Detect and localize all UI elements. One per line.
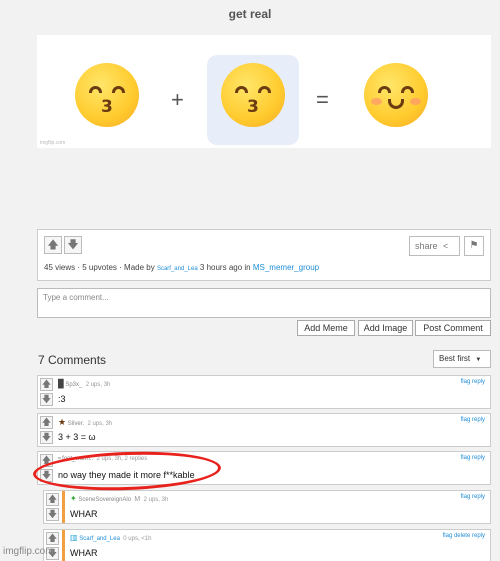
kissing-face-icon: 3 <box>75 63 139 127</box>
comment-actions[interactable]: flag reply <box>461 455 485 461</box>
post-stats: 45 views · 5 upvotes · Made by Scarf_and… <box>44 263 320 272</box>
sort-label: Best first <box>439 354 471 363</box>
comment-actions[interactable]: flag reply <box>461 494 485 500</box>
plus-sign: + <box>171 87 184 112</box>
comment-upvote-button[interactable]: 🡅 <box>40 378 53 391</box>
comment-stats: 0 ups, <1h <box>123 536 152 542</box>
add-meme-button[interactable]: Add Meme <box>297 320 355 336</box>
reply-indicator <box>62 530 65 561</box>
comment-downvote-button[interactable]: 🡇 <box>40 469 53 482</box>
share-button[interactable]: share < <box>409 236 460 256</box>
comment-actions[interactable]: flag reply <box>461 379 485 385</box>
comment-upvote-button[interactable]: 🡅 <box>46 532 59 545</box>
site-watermark: imgflip.com <box>3 546 54 557</box>
views-count: 45 views <box>44 263 76 272</box>
chevron-down-icon: ▼ <box>475 357 482 363</box>
avatar-icon: ▫ <box>58 455 61 462</box>
sort-select[interactable]: Best first ▼ <box>433 350 491 368</box>
comment-meta: █ Sp3x_ 2 ups, 3h <box>58 379 110 388</box>
comment-stats: 2 ups, 3h, 2 replies <box>96 456 148 462</box>
avatar-icon: ✦ <box>70 494 77 503</box>
comment-downvote-button[interactable]: 🡇 <box>46 508 59 521</box>
flag-icon[interactable]: ⚑ <box>464 236 484 256</box>
comment-text: no way they made it more f**kable <box>58 470 195 480</box>
smiling-cat-face-icon <box>364 63 428 127</box>
equals-sign: = <box>316 87 329 112</box>
upvote-button[interactable]: 🡅 <box>44 236 62 254</box>
post-time: 3 hours ago in <box>199 263 251 272</box>
post-title: get real <box>228 7 272 21</box>
comment-placeholder: Type a comment... <box>43 293 109 302</box>
comment-text: 3 + 3 = ω <box>58 432 96 442</box>
group-link[interactable]: MS_memer_group <box>253 263 319 272</box>
star-avatar-icon: ★ <box>58 417 67 427</box>
add-image-button[interactable]: Add Image <box>358 320 413 336</box>
comment-stats: 2 ups, 3h <box>143 497 169 503</box>
downvote-button[interactable]: 🡇 <box>64 236 82 254</box>
comment-meta: ▫ foot_wann.. 2 ups, 3h, 2 replies <box>58 455 147 462</box>
post-comment-button[interactable]: Post Comment <box>415 320 491 336</box>
comment-username[interactable]: SceneSovereignAlo <box>78 497 131 503</box>
upvotes-count: 5 upvotes <box>82 263 117 272</box>
comment-text: :3 <box>58 394 66 404</box>
comment-reply: 🡅 🡇 ▥ Scarf_and_Lea 0 ups, <1h WHAR flag… <box>43 529 491 561</box>
post-action-bar: 🡅 🡇 share < ⚑ 45 views · 5 upvotes · Mad… <box>37 229 491 281</box>
made-by-label: Made by <box>124 263 155 272</box>
mod-badge: M <box>134 496 141 503</box>
author-link[interactable]: Scarf_and_Lea <box>157 266 198 272</box>
comment-text: WHAR <box>70 548 98 558</box>
comment: 🡅 🡇 ★ Silver. 2 ups, 3h 3 + 3 = ω flag r… <box>37 413 491 447</box>
meme-watermark: imgflip.com <box>40 140 66 146</box>
comment-meta: ★ Silver. 2 ups, 3h <box>58 417 112 428</box>
share-label: share <box>415 241 438 251</box>
comment-input[interactable]: Type a comment... <box>37 288 491 318</box>
avatar-icon: ▥ <box>70 533 78 542</box>
meme-image: 3 + 3 = imgflip.com <box>37 35 491 148</box>
comment-downvote-button[interactable]: 🡇 <box>40 393 53 406</box>
comment: 🡅 🡇 ▫ foot_wann.. 2 ups, 3h, 2 replies n… <box>37 451 491 485</box>
comment-username[interactable]: Sp3x_ <box>65 382 82 388</box>
comment-reply: 🡅 🡇 ✦ SceneSovereignAlo M 2 ups, 3h WHAR… <box>43 490 491 524</box>
comment-actions[interactable]: flag reply <box>461 417 485 423</box>
comment-username[interactable]: Scarf_and_Lea <box>79 536 120 542</box>
comment: 🡅 🡇 █ Sp3x_ 2 ups, 3h :3 flag reply <box>37 375 491 409</box>
comment-stats: 2 ups, 3h <box>87 421 113 427</box>
share-icon: < <box>443 241 449 251</box>
comment-meta: ✦ SceneSovereignAlo M 2 ups, 3h <box>70 494 168 503</box>
comment-meta: ▥ Scarf_and_Lea 0 ups, <1h <box>70 533 151 542</box>
kissing-face-icon: 3 <box>221 63 285 127</box>
comment-text: WHAR <box>70 509 98 519</box>
comment-upvote-button[interactable]: 🡅 <box>40 454 53 467</box>
comment-upvote-button[interactable]: 🡅 <box>46 493 59 506</box>
avatar-icon: █ <box>58 379 64 388</box>
comment-downvote-button[interactable]: 🡇 <box>40 431 53 444</box>
comment-username[interactable]: Silver. <box>68 421 84 427</box>
comment-upvote-button[interactable]: 🡅 <box>40 416 53 429</box>
comment-username[interactable]: foot_wann.. <box>62 456 93 462</box>
reply-indicator <box>62 491 65 523</box>
comments-count: 7 Comments <box>38 353 107 367</box>
comment-stats: 2 ups, 3h <box>85 382 111 388</box>
comment-actions[interactable]: flag delete reply <box>443 533 485 539</box>
